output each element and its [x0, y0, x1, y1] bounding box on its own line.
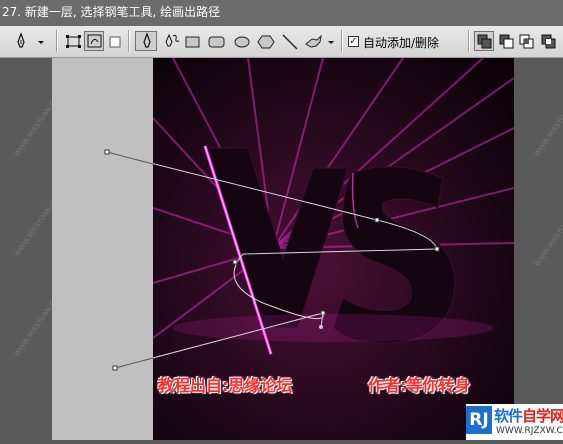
- add-to-path-icon: [477, 34, 492, 49]
- options-bar: ✓ 自动添加/删除: [0, 26, 563, 58]
- tutorial-caption: 27. 新建一层, 选择钢笔工具, 绘画出路径: [0, 0, 563, 26]
- custom-shape-icon: [305, 34, 334, 48]
- polygon-tool-button[interactable]: [254, 31, 276, 51]
- chevron-down-icon: [38, 41, 44, 44]
- add-to-path-button[interactable]: [474, 31, 494, 51]
- shape-layers-mode-button[interactable]: [63, 31, 83, 51]
- paths-mode-button[interactable]: [84, 31, 104, 51]
- auto-add-delete-label: 自动添加/删除: [363, 36, 440, 50]
- subtract-from-path-button[interactable]: [496, 31, 516, 51]
- intersect-path-icon: [519, 34, 534, 49]
- subtract-from-path-icon: [499, 34, 514, 49]
- polygon-icon: [257, 35, 275, 49]
- logo-name: 软件自学网: [494, 407, 563, 425]
- divider: [468, 30, 470, 52]
- paths-mode-icon: [87, 34, 102, 48]
- divider: [341, 30, 343, 52]
- rectangle-icon: [185, 36, 200, 48]
- pen-path-overlay[interactable]: [52, 58, 153, 440]
- pen-icon: [143, 32, 151, 48]
- exclude-path-icon: [541, 34, 556, 49]
- tool-preset-picker[interactable]: [12, 31, 46, 51]
- line-tool-button[interactable]: [278, 31, 300, 51]
- freeform-pen-button[interactable]: [159, 31, 181, 51]
- rounded-rectangle-icon: [208, 36, 225, 48]
- custom-shape-tool-button[interactable]: [302, 31, 336, 51]
- fill-pixels-mode-button[interactable]: [106, 31, 122, 51]
- credit-source: 教程出自:思缘论坛: [158, 376, 293, 395]
- rounded-rectangle-tool-button[interactable]: [205, 31, 227, 51]
- divider: [128, 30, 130, 52]
- ellipse-tool-button[interactable]: [230, 31, 252, 51]
- freeform-pen-icon: [165, 33, 180, 47]
- ellipse-icon: [234, 36, 250, 48]
- logo-mark: RJ: [466, 406, 492, 434]
- exclude-path-button[interactable]: [538, 31, 558, 51]
- pen-tool-icon: [17, 32, 44, 48]
- shape-layers-mode-icon: [66, 35, 81, 48]
- divider: [56, 30, 58, 52]
- credit-author: 作者:等你转身: [368, 376, 471, 395]
- fill-pixels-mode-icon: [109, 36, 121, 48]
- pen-button[interactable]: [135, 31, 157, 51]
- chevron-down-icon: [328, 41, 334, 44]
- site-logo: RJ 软件自学网 WWW.RJZXW.COM: [466, 404, 563, 440]
- line-icon: [282, 34, 298, 50]
- logo-url: WWW.RJZXW.COM: [496, 426, 563, 436]
- rectangle-tool-button[interactable]: [182, 31, 202, 51]
- auto-add-delete-checkbox[interactable]: ✓: [348, 36, 359, 47]
- intersect-path-button[interactable]: [516, 31, 536, 51]
